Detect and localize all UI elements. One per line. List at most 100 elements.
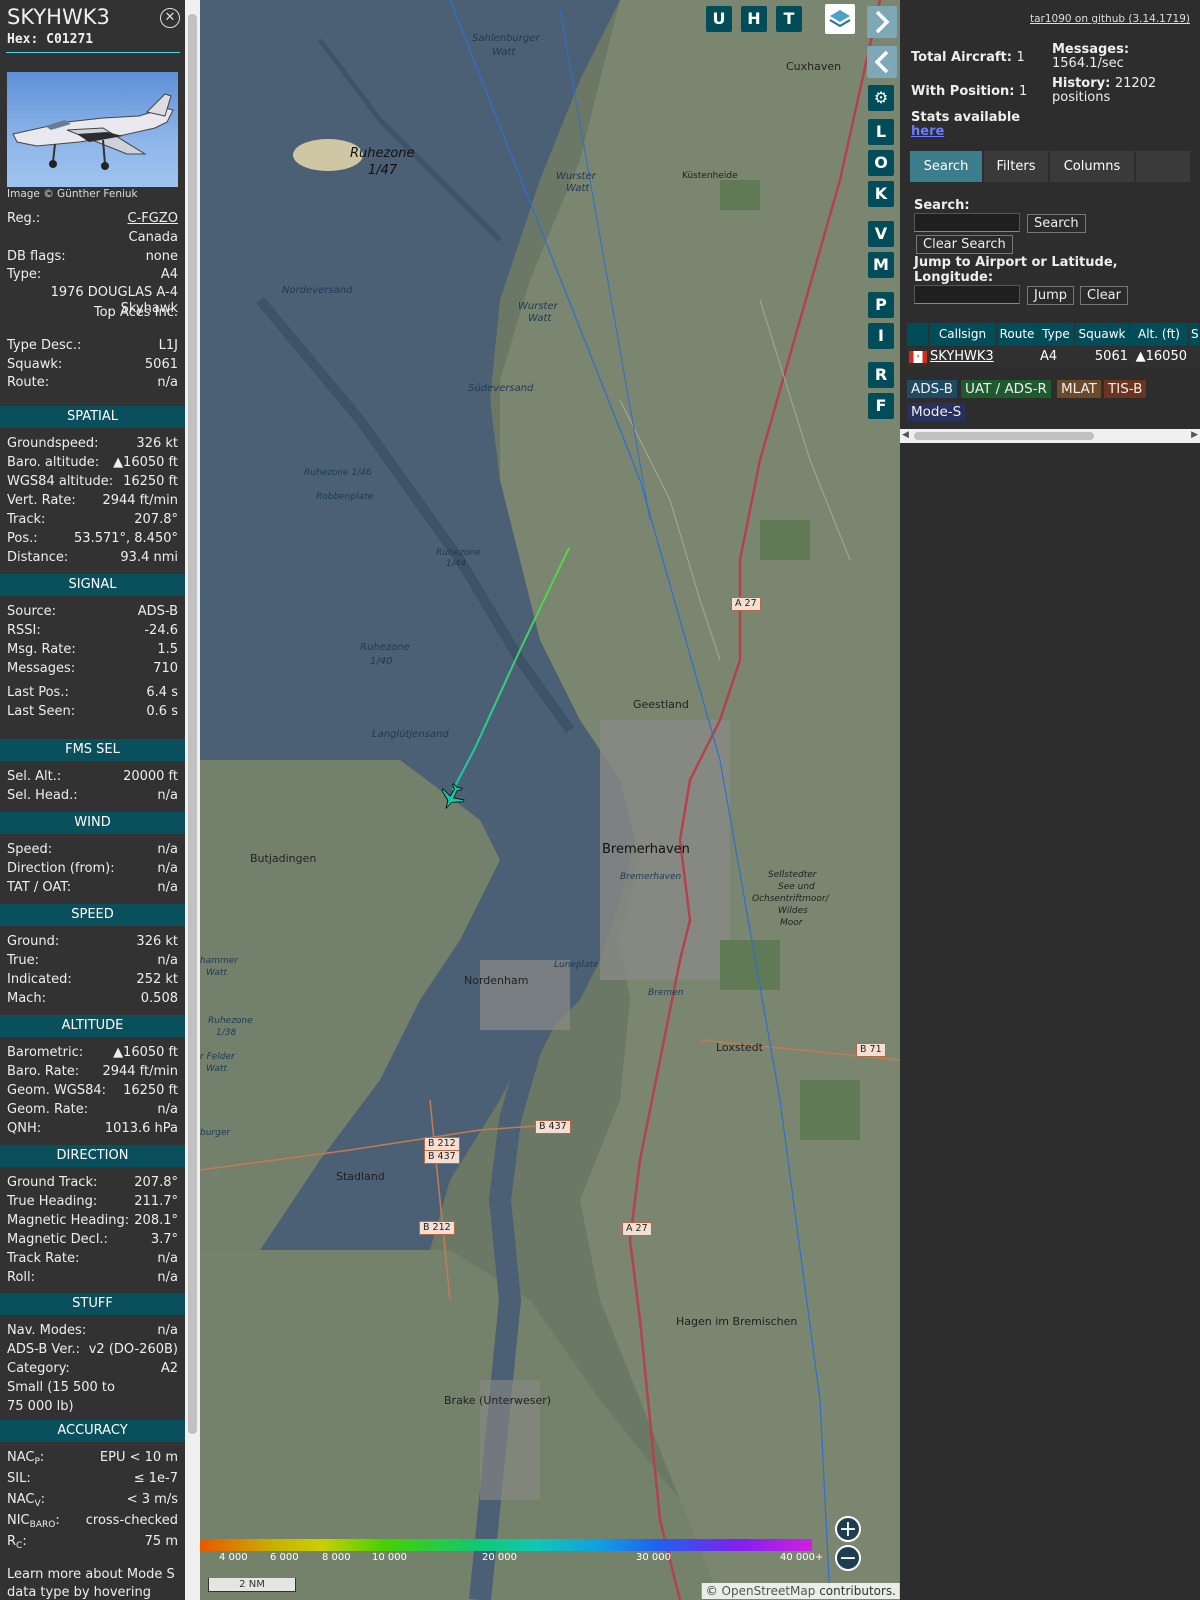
info-key-text: NAC: [7, 1492, 35, 1507]
source-uat-badge[interactable]: UAT / ADS-R: [961, 380, 1051, 398]
map-toggle-f-button[interactable]: F: [868, 393, 894, 419]
tab-filters[interactable]: Filters: [984, 151, 1048, 182]
clear-search-button[interactable]: Clear Search: [916, 235, 1013, 254]
info-key-text: Nav. Modes:: [7, 1323, 87, 1338]
map-label: Wurster: [556, 171, 596, 182]
column-route[interactable]: Route: [997, 323, 1038, 346]
info-row: ADS-B Ver.: v2 (DO-260B): [7, 1341, 178, 1359]
info-row: SIL: ≤ 1e-7: [7, 1470, 178, 1488]
chevron-left-icon[interactable]: [867, 46, 897, 78]
aircraft-info-panel: SKYHWK3 Hex: C01271 ✕ Image © Günther Fe…: [0, 0, 185, 1600]
scrollbar-thumb[interactable]: [914, 432, 1094, 440]
info-value: n/a: [157, 861, 178, 876]
road-shield: B 437: [535, 1120, 571, 1134]
zoom-in-button[interactable]: +: [835, 1516, 861, 1542]
map-toggle-o-button[interactable]: O: [868, 150, 894, 176]
map-label: hammer: [200, 956, 238, 966]
clear-jump-button[interactable]: Clear: [1080, 286, 1128, 305]
source-adsb-badge[interactable]: ADS-B: [907, 380, 957, 398]
tab-search[interactable]: Search: [910, 151, 982, 182]
map-toggle-h-button[interactable]: H: [741, 6, 767, 32]
info-row: Pos.: 53.571°, 8.450°: [7, 530, 178, 548]
info-value: A2: [160, 1361, 178, 1376]
aircraft-callsign: SKYHWK3: [7, 5, 110, 29]
column-type[interactable]: Type: [1038, 323, 1075, 346]
map-label: Ruhezone: [208, 1016, 253, 1026]
layers-icon[interactable]: [825, 4, 855, 34]
column-speed[interactable]: Sp: [1189, 323, 1200, 346]
source-modes-badge[interactable]: Mode-S: [907, 403, 966, 421]
map-toggle-k-button[interactable]: K: [868, 181, 894, 207]
map-label: Nordeversand: [282, 285, 353, 296]
info-row: Last Pos.: 6.4 s: [7, 684, 178, 702]
map-toggle-v-button[interactable]: V: [868, 221, 894, 247]
jump-button[interactable]: Jump: [1027, 286, 1074, 305]
source-mlat-badge[interactable]: MLAT: [1057, 380, 1101, 398]
info-key: Speed:: [7, 841, 52, 859]
jump-label-2: Longitude:: [914, 270, 994, 285]
info-key-text: Distance:: [7, 550, 69, 565]
map-toggle-m-button[interactable]: M: [868, 252, 894, 278]
info-key-text: Groundspeed:: [7, 436, 99, 451]
jump-label: Jump to Airport or Latitude,: [914, 255, 1118, 270]
map-label: Ruhezone: [436, 548, 481, 558]
info-row: RC: 75 m: [7, 1533, 178, 1551]
info-key: Ground Track:: [7, 1174, 97, 1192]
info-row: Geom. Rate: n/a: [7, 1101, 178, 1119]
registration-link[interactable]: C-FGZO: [128, 210, 178, 228]
history-unit: positions: [1052, 90, 1111, 105]
map-toggle-u-button[interactable]: U: [706, 6, 732, 32]
info-key-text: Sel. Alt.:: [7, 769, 62, 784]
info-row: Small (15 500 to: [7, 1379, 178, 1397]
map-label: Stadland: [336, 1170, 385, 1183]
road-shield: B 71: [856, 1043, 886, 1057]
column-callsign[interactable]: Callsign: [929, 323, 997, 346]
tab-spacer: [1136, 151, 1190, 182]
github-link[interactable]: tar1090 on github (3.14.1719): [1030, 13, 1190, 25]
scroll-left-icon[interactable]: ◀: [902, 430, 909, 440]
row-callsign[interactable]: SKYHWK3: [929, 347, 997, 367]
map-toggle-r-button[interactable]: R: [868, 362, 894, 388]
jump-input[interactable]: [914, 285, 1020, 304]
tab-columns[interactable]: Columns: [1050, 151, 1134, 182]
sidebar-scrollbar[interactable]: [185, 0, 200, 1600]
search-input[interactable]: [914, 213, 1020, 232]
zoom-out-button[interactable]: −: [835, 1545, 861, 1571]
info-row: Sel. Alt.: 20000 ft: [7, 768, 178, 786]
chevron-right-icon[interactable]: [867, 6, 897, 38]
info-value: 326 kt: [136, 934, 178, 949]
scroll-right-icon[interactable]: ▶: [1191, 430, 1198, 440]
openstreetmap-link[interactable]: OpenStreetMap: [722, 1584, 816, 1598]
aircraft-marker-icon[interactable]: [437, 782, 467, 812]
map-toggle-t-button[interactable]: T: [776, 6, 802, 32]
section-header: WIND: [0, 812, 185, 834]
search-button[interactable]: Search: [1027, 214, 1086, 233]
info-key: Category:: [7, 1360, 70, 1378]
with-position-stat: With Position: 1: [911, 85, 1027, 99]
map-view[interactable]: Cuxhaven Sahlenburger Watt Ruhezone 1/47…: [200, 0, 900, 1600]
info-key-subscript: BARO: [29, 1520, 56, 1530]
info-key-text: Sel. Head.:: [7, 788, 78, 803]
scrollbar-thumb[interactable]: [188, 14, 197, 1434]
info-value: 5061: [144, 357, 178, 372]
map-label: 1/44: [446, 559, 467, 569]
map-toggle-l-button[interactable]: L: [868, 119, 894, 145]
column-squawk[interactable]: Squawk: [1075, 323, 1130, 346]
map-toggle-i-button[interactable]: I: [868, 323, 894, 349]
aircraft-photo[interactable]: [7, 72, 178, 187]
table-horizontal-scrollbar[interactable]: ◀ ▶: [900, 429, 1200, 443]
map-toggle-p-button[interactable]: P: [868, 292, 894, 318]
column-altitude[interactable]: Alt. (ft): [1130, 323, 1189, 346]
footer-note-line-2: data type by hovering over: [7, 1585, 151, 1600]
info-key-text: Magnetic Heading:: [7, 1213, 130, 1228]
gear-icon[interactable]: ⚙: [868, 85, 894, 111]
stats-link[interactable]: here: [911, 124, 944, 139]
info-key: QNH:: [7, 1120, 41, 1138]
map-label: Cuxhaven: [786, 60, 842, 73]
map-label: Bremerhaven: [620, 872, 682, 882]
info-row: Msg. Rate: 1.5: [7, 641, 178, 659]
close-icon[interactable]: ✕: [160, 8, 180, 28]
info-row: Barometric: ▲16050 ft: [7, 1044, 178, 1062]
info-key-text: Source:: [7, 604, 57, 619]
source-tisb-badge[interactable]: TIS-B: [1104, 380, 1147, 398]
